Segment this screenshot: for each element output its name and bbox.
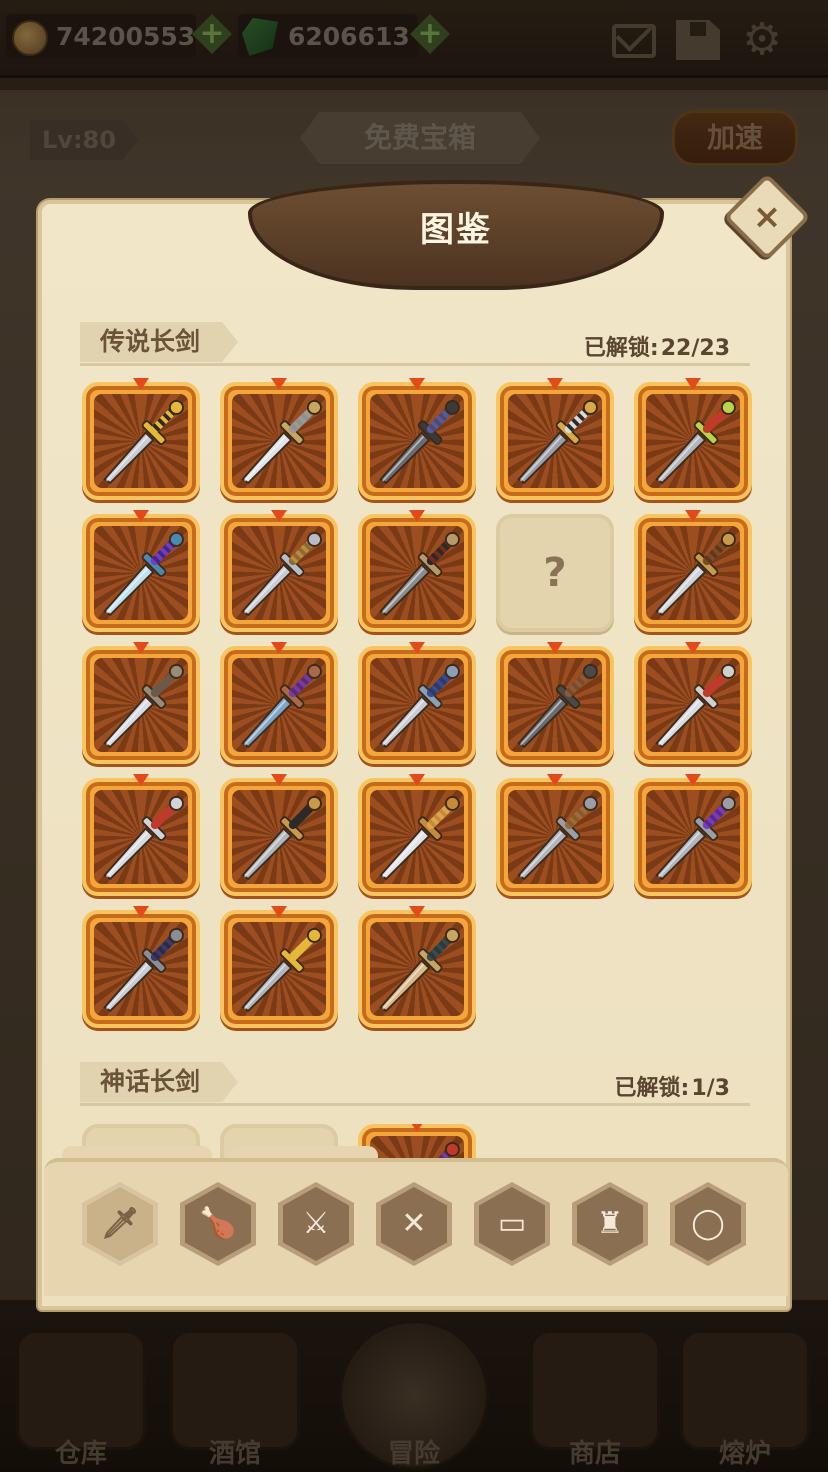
sword-dark-cross-icon (379, 399, 460, 485)
sword-scimitar-icon (103, 663, 184, 749)
sword-slot[interactable] (82, 906, 200, 1028)
sword-navy-grip-icon (103, 927, 184, 1013)
section-header-mythic: 神话长剑 已解锁:1/3 (80, 1062, 750, 1106)
section-title: 神话长剑 (80, 1062, 239, 1102)
sword-ice-purple-icon (103, 531, 184, 617)
sword-gold-guard-icon (103, 399, 184, 485)
sword-slot[interactable] (358, 774, 476, 896)
sword-slot[interactable] (358, 642, 476, 764)
unlock-value: 1/3 (691, 1076, 730, 1101)
sword-slot[interactable] (82, 378, 200, 500)
sword-slot[interactable] (358, 378, 476, 500)
sword-curved-guard-icon (241, 399, 322, 485)
sword-slot[interactable] (496, 642, 614, 764)
unlock-count: 已解锁:1/3 (615, 1070, 730, 1102)
sword-slot[interactable] (220, 378, 338, 500)
sword-slot[interactable] (634, 774, 752, 896)
sword-dark-blade-icon (517, 663, 598, 749)
sword-slot[interactable] (82, 642, 200, 764)
sword-slot[interactable] (82, 510, 200, 632)
sword-violet-grip-icon (655, 795, 736, 881)
sword-slot[interactable] (496, 378, 614, 500)
sword-slot[interactable] (634, 642, 752, 764)
sword-red-silver-icon (103, 795, 184, 881)
sword-slot[interactable] (220, 642, 338, 764)
sword-tribal-icon (655, 531, 736, 617)
sword-slot[interactable] (634, 510, 752, 632)
sword-red-grip-icon (655, 663, 736, 749)
unlock-count: 已解锁:22/23 (584, 330, 730, 362)
sword-slot[interactable] (634, 378, 752, 500)
sword-slot[interactable] (220, 774, 338, 896)
sword-slot[interactable] (82, 774, 200, 896)
locked-slot[interactable]: ? (496, 514, 614, 632)
sword-slot[interactable] (220, 510, 338, 632)
unlock-label: 已解锁: (583, 336, 659, 361)
close-icon: × (752, 197, 782, 237)
sword-golden-scroll-icon (241, 927, 322, 1013)
sword-slot[interactable] (496, 774, 614, 896)
sword-serrated-icon (241, 795, 322, 881)
sword-silver-ornate-icon (241, 531, 322, 617)
sword-green-guard-icon (655, 399, 736, 485)
sword-plain-cross-icon (517, 795, 598, 881)
question-mark-icon: ? (543, 550, 567, 596)
section-title: 传说长剑 (80, 322, 239, 362)
sword-slot[interactable] (220, 906, 338, 1028)
sword-blue-cross-icon (379, 663, 460, 749)
modal-title: 图鉴 (420, 210, 492, 250)
section-header-legendary: 传说长剑 已解锁:22/23 (80, 322, 750, 366)
sword-crescent-guard-icon (517, 399, 598, 485)
unlock-value: 22/23 (660, 336, 730, 361)
sword-purple-grip-icon (241, 663, 322, 749)
sword-wooden-icon (379, 927, 460, 1013)
sword-slot[interactable] (358, 510, 476, 632)
sword-slot[interactable] (358, 906, 476, 1028)
sword-mythic-icon (435, 1141, 460, 1160)
sword-hooked-guard-icon (379, 795, 460, 881)
unlock-label: 已解锁: (614, 1076, 690, 1101)
sword-bronze-cross-icon (379, 531, 460, 617)
